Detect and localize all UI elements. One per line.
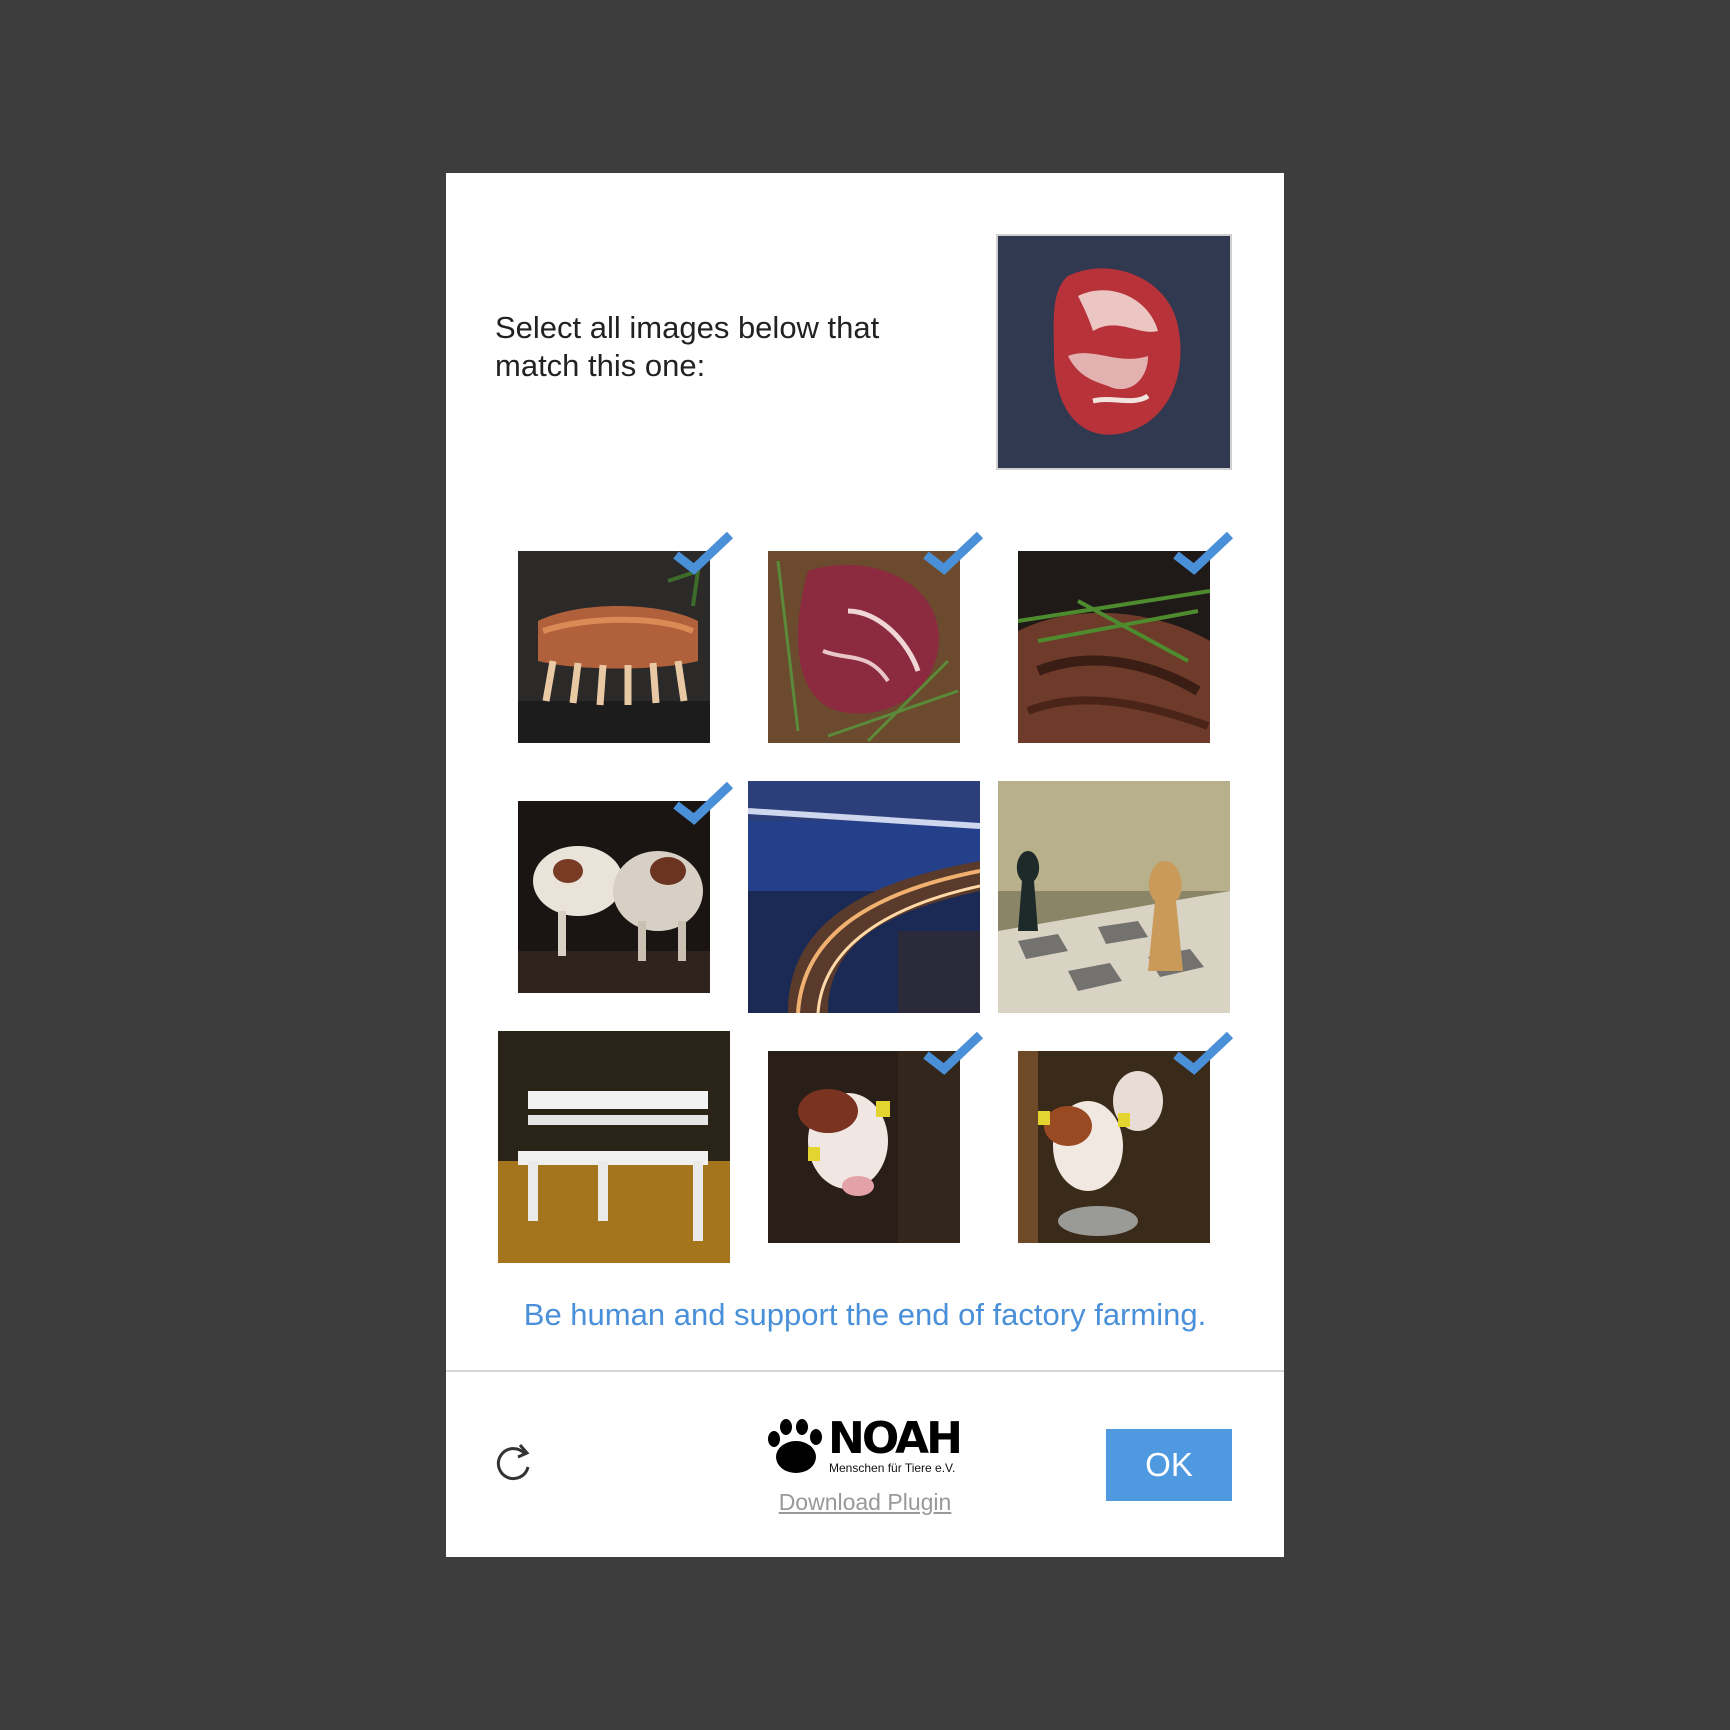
calf-ear-tags-image [768, 1051, 960, 1243]
logo-name: NOAH [828, 1413, 963, 1464]
calves-in-stall-image [1018, 1051, 1210, 1243]
grilled-ribs-image [518, 551, 710, 743]
logo-subtitle: Menschen für Tiere e.V. [829, 1461, 956, 1475]
tagline: Be human and support the end of factory … [523, 1297, 1207, 1332]
paw-icon [768, 1419, 822, 1473]
captcha-tile-6[interactable] [998, 781, 1230, 1013]
captcha-tile-8[interactable] [768, 1051, 960, 1243]
captcha-tile-3[interactable] [1018, 551, 1210, 743]
grilled-steak-rosemary-image [1018, 551, 1210, 743]
captcha-tile-7[interactable] [498, 1031, 730, 1263]
bench-autumn-image [498, 1031, 730, 1263]
checkmark-icon [923, 531, 984, 575]
night-highway-image [748, 781, 980, 1013]
captcha-tile-5[interactable] [748, 781, 980, 1013]
cows-in-barn-image [518, 801, 710, 993]
checkmark-icon [1173, 531, 1234, 575]
captcha-tile-9[interactable] [1018, 1051, 1210, 1243]
reference-image [996, 234, 1232, 470]
checkmark-icon [923, 1031, 984, 1075]
captcha-tile-1[interactable] [518, 551, 710, 743]
chess-pieces-image [998, 781, 1230, 1013]
captcha-tile-2[interactable] [768, 551, 960, 743]
checkmark-icon [673, 781, 734, 825]
footer-divider [446, 1370, 1284, 1372]
noah-logo: NOAH Menschen für Tiere e.V. [766, 1413, 966, 1479]
captcha-prompt: Select all images below that match this … [495, 310, 880, 383]
checkmark-icon [673, 531, 734, 575]
refresh-icon[interactable] [494, 1441, 534, 1485]
captcha-tile-4[interactable] [518, 801, 710, 993]
captcha-dialog: Select all images below that match this … [446, 173, 1284, 1557]
raw-steak-image [998, 236, 1230, 468]
checkmark-icon [1173, 1031, 1234, 1075]
raw-steak-rosemary-image [768, 551, 960, 743]
ok-button[interactable]: OK [1106, 1429, 1232, 1501]
